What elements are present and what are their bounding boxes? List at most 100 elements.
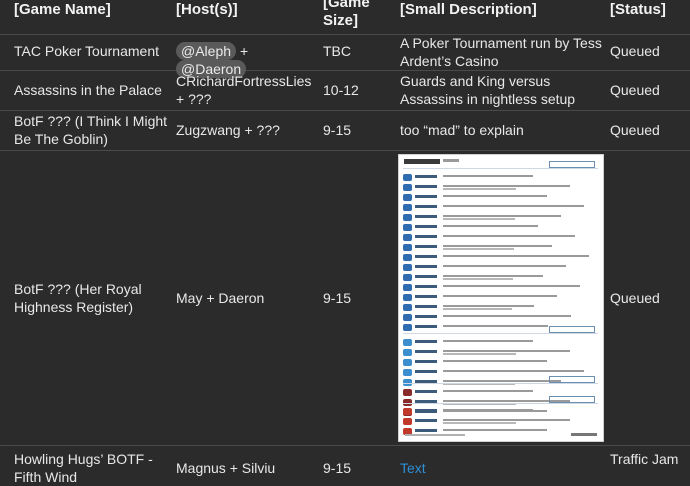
plus-separator: + bbox=[240, 43, 249, 59]
doc-role-entry bbox=[403, 183, 599, 193]
doc-divider bbox=[403, 333, 598, 334]
role-icon bbox=[403, 214, 412, 221]
doc-credit-bar bbox=[443, 159, 459, 162]
role-icon bbox=[403, 304, 412, 311]
role-name-bar bbox=[415, 315, 437, 318]
table-row: BotF ??? (I Think I Might Be The Goblin)… bbox=[0, 110, 690, 151]
role-name-bar bbox=[415, 265, 437, 268]
host-cell: CRichardFortressLies + ??? bbox=[176, 73, 312, 107]
role-icon bbox=[403, 204, 412, 211]
header-game-size: [Game Size] bbox=[323, 0, 370, 29]
doc-divider bbox=[403, 168, 598, 169]
doc-role-entry bbox=[403, 273, 599, 283]
role-name-bar bbox=[415, 275, 437, 278]
game-size-cell: 9-15 bbox=[323, 122, 352, 138]
role-text-bar bbox=[443, 360, 547, 362]
role-sheet-image[interactable] bbox=[398, 154, 604, 442]
role-text-bar bbox=[443, 195, 547, 197]
role-icon bbox=[403, 349, 412, 356]
role-icon bbox=[403, 418, 412, 425]
role-name-bar bbox=[415, 295, 437, 298]
doc-heading-bar bbox=[404, 159, 440, 164]
role-icon bbox=[403, 274, 412, 281]
role-icon bbox=[403, 174, 412, 181]
header-host: [Host(s)] bbox=[176, 1, 238, 18]
role-name-bar bbox=[415, 370, 437, 373]
role-text-bar bbox=[443, 315, 571, 317]
doc-footer-right bbox=[571, 433, 597, 436]
doc-role-entry bbox=[403, 358, 599, 368]
status-cell: Queued bbox=[610, 43, 660, 59]
role-name-bar bbox=[415, 419, 437, 422]
game-name-cell: BotF ??? (Her Royal Highness Register) bbox=[14, 281, 142, 315]
game-name-cell: Assassins in the Palace bbox=[14, 82, 162, 98]
role-text-bar bbox=[443, 245, 552, 247]
doc-role-entry bbox=[403, 223, 599, 233]
role-icon bbox=[403, 194, 412, 201]
role-name-bar bbox=[415, 195, 437, 198]
host-cell: May + Daeron bbox=[176, 290, 265, 306]
status-cell: Queued bbox=[610, 122, 660, 138]
doc-role-entry bbox=[403, 253, 599, 263]
table-row: Assassins in the Palace CRichardFortress… bbox=[0, 70, 690, 111]
role-name-bar bbox=[415, 409, 437, 412]
role-text-bar bbox=[443, 215, 561, 217]
doc-role-entry bbox=[403, 233, 599, 243]
role-name-bar bbox=[415, 205, 437, 208]
role-text-bar bbox=[443, 295, 557, 297]
description-link[interactable]: Text bbox=[400, 459, 605, 477]
table-row: TAC Poker Tournament @Aleph +@Daeron TBC … bbox=[0, 34, 690, 78]
role-name-bar bbox=[415, 255, 437, 258]
host-cell: Magnus + Silviu bbox=[176, 460, 276, 476]
role-icon bbox=[403, 284, 412, 291]
doc-divider bbox=[403, 403, 598, 404]
doc-role-entry bbox=[403, 338, 599, 348]
status-cell: Queued bbox=[610, 82, 660, 98]
game-size-cell: TBC bbox=[323, 43, 351, 59]
role-name-bar bbox=[415, 225, 437, 228]
game-size-cell: 10-12 bbox=[323, 82, 359, 98]
header-description: [Small Description] bbox=[400, 1, 537, 18]
doc-role-entry bbox=[403, 283, 599, 293]
role-name-bar bbox=[415, 340, 437, 343]
role-name-bar bbox=[415, 215, 437, 218]
doc-role-entry bbox=[403, 263, 599, 273]
role-text-bar bbox=[443, 185, 570, 187]
role-name-bar bbox=[415, 325, 437, 328]
doc-role-entry bbox=[403, 213, 599, 223]
role-text-bar bbox=[443, 175, 533, 177]
role-name-bar bbox=[415, 305, 437, 308]
role-name-bar bbox=[415, 285, 437, 288]
role-name-bar bbox=[415, 360, 437, 363]
role-icon bbox=[403, 408, 412, 415]
role-text-bar bbox=[443, 218, 515, 220]
role-icon bbox=[403, 369, 412, 376]
doc-section-label bbox=[549, 326, 595, 333]
role-icon bbox=[403, 389, 412, 396]
role-icon bbox=[403, 264, 412, 271]
role-icon bbox=[403, 234, 412, 241]
role-icon bbox=[403, 224, 412, 231]
role-text-bar bbox=[443, 275, 543, 277]
host-cell: Zugzwang + ??? bbox=[176, 122, 280, 138]
role-text-bar bbox=[443, 429, 547, 431]
game-queue-table: [Game Name] [Host(s)] [Game Size] [Small… bbox=[0, 0, 690, 485]
role-text-bar bbox=[443, 380, 561, 382]
doc-role-entry bbox=[403, 293, 599, 303]
role-icon bbox=[403, 294, 412, 301]
role-text-bar bbox=[443, 353, 516, 355]
user-mention[interactable]: @Aleph bbox=[176, 42, 237, 60]
table-header-row: [Game Name] [Host(s)] [Game Size] [Small… bbox=[0, 0, 690, 35]
role-text-bar bbox=[443, 308, 512, 310]
description-cell: A Poker Tournament run by Tess Ardent’s … bbox=[400, 35, 602, 69]
role-text-bar bbox=[443, 350, 570, 352]
doc-role-entry bbox=[403, 303, 599, 313]
role-text-bar bbox=[443, 305, 534, 307]
doc-role-entry bbox=[403, 407, 599, 417]
role-text-bar bbox=[443, 205, 584, 207]
role-text-bar bbox=[443, 340, 533, 342]
doc-section-label bbox=[549, 376, 595, 383]
role-icon bbox=[403, 324, 412, 331]
description-cell: Guards and King versus Assassins in nigh… bbox=[400, 73, 576, 107]
header-status: [Status] bbox=[610, 1, 666, 18]
